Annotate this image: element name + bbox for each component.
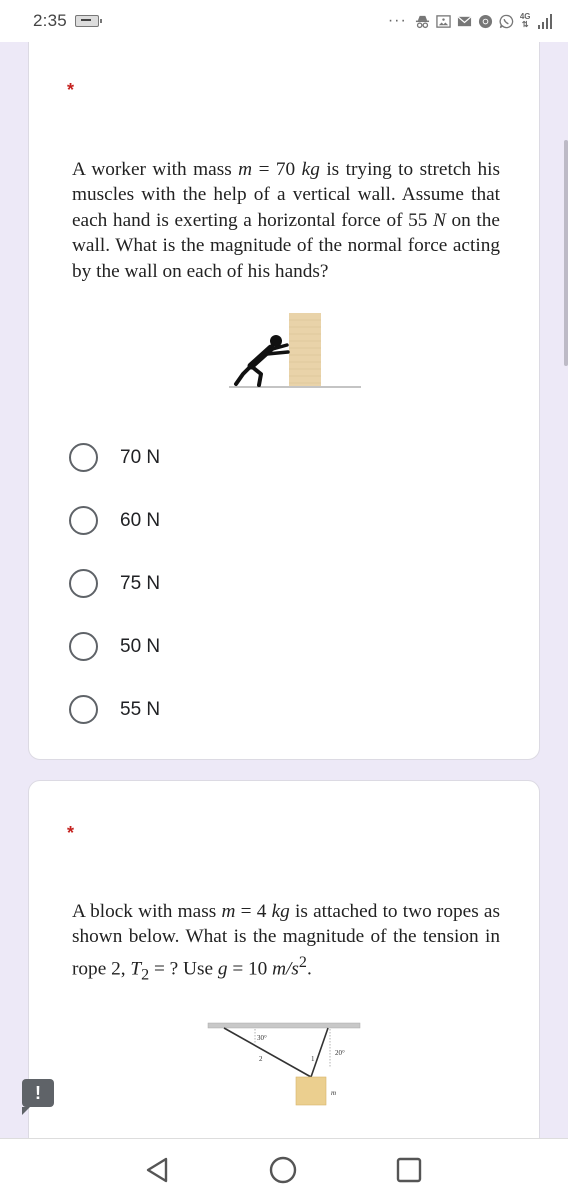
network-type-icon: 4G ⇅ <box>519 12 531 29</box>
wall <box>289 313 321 386</box>
option-label: 75 N <box>120 572 161 594</box>
question-card-1: * A worker with mass m = 70 kg is trying… <box>28 20 540 760</box>
option-label: 60 N <box>120 509 161 531</box>
option-50n[interactable]: 50 N <box>69 615 160 678</box>
option-label: 70 N <box>120 446 161 468</box>
rope-2 <box>223 1027 312 1078</box>
question-card-2: * A block with mass m = 4 kg is attached… <box>28 780 540 1160</box>
signal-icon <box>537 13 552 29</box>
question-text-1: A worker with mass m = 70 kg is trying t… <box>72 159 500 282</box>
recents-icon <box>396 1157 422 1183</box>
scrollbar[interactable] <box>564 140 568 366</box>
mass-label: m <box>331 1089 336 1097</box>
home-button[interactable] <box>269 1156 297 1184</box>
status-icons: ··· 4G ⇅ <box>388 12 552 30</box>
battery-charging-icon <box>74 15 102 27</box>
block <box>295 1076 327 1106</box>
home-icon <box>269 1156 297 1184</box>
required-asterisk: * <box>67 823 75 843</box>
angle-20-label: 20° <box>335 1049 345 1057</box>
back-button[interactable] <box>143 1156 171 1184</box>
block-two-ropes-figure: 30° 20° 2 1 m <box>207 1022 361 1106</box>
navigation-bar <box>0 1138 568 1200</box>
worker-pushing-wall-figure <box>229 313 361 388</box>
angle-30-label: 30° <box>257 1034 267 1042</box>
radio-button[interactable] <box>69 695 98 724</box>
option-label: 50 N <box>120 635 161 657</box>
rope-1 <box>310 1027 329 1078</box>
answer-options-1: 70 N 60 N 75 N 50 N 55 N <box>69 426 160 741</box>
option-55n[interactable]: 55 N <box>69 678 160 741</box>
radio-button[interactable] <box>69 632 98 661</box>
option-label: 55 N <box>120 698 161 720</box>
chrome-icon <box>478 14 492 28</box>
back-icon <box>146 1157 168 1183</box>
whatsapp-icon <box>499 14 514 28</box>
gallery-icon <box>436 14 451 28</box>
radio-button[interactable] <box>69 569 98 598</box>
status-time: 2:35 <box>33 11 67 30</box>
option-75n[interactable]: 75 N <box>69 552 160 615</box>
rope-2-label: 2 <box>259 1055 263 1063</box>
worker-silhouette <box>234 335 290 387</box>
radio-button[interactable] <box>69 443 98 472</box>
option-60n[interactable]: 60 N <box>69 489 160 552</box>
more-notifications-icon: ··· <box>387 12 407 29</box>
rope-1-label: 1 <box>311 1055 315 1063</box>
ceiling <box>207 1022 361 1029</box>
recents-button[interactable] <box>395 1156 423 1184</box>
mail-icon <box>457 15 472 26</box>
question-text-2: A block with mass m = 4 kg is attached t… <box>72 901 500 984</box>
status-bar: 2:35 ··· 4G ⇅ <box>0 0 568 42</box>
feedback-icon[interactable]: ! <box>22 1079 54 1115</box>
option-70n[interactable]: 70 N <box>69 426 160 489</box>
radio-button[interactable] <box>69 506 98 535</box>
incognito-icon <box>415 15 429 28</box>
required-asterisk: * <box>67 80 75 100</box>
